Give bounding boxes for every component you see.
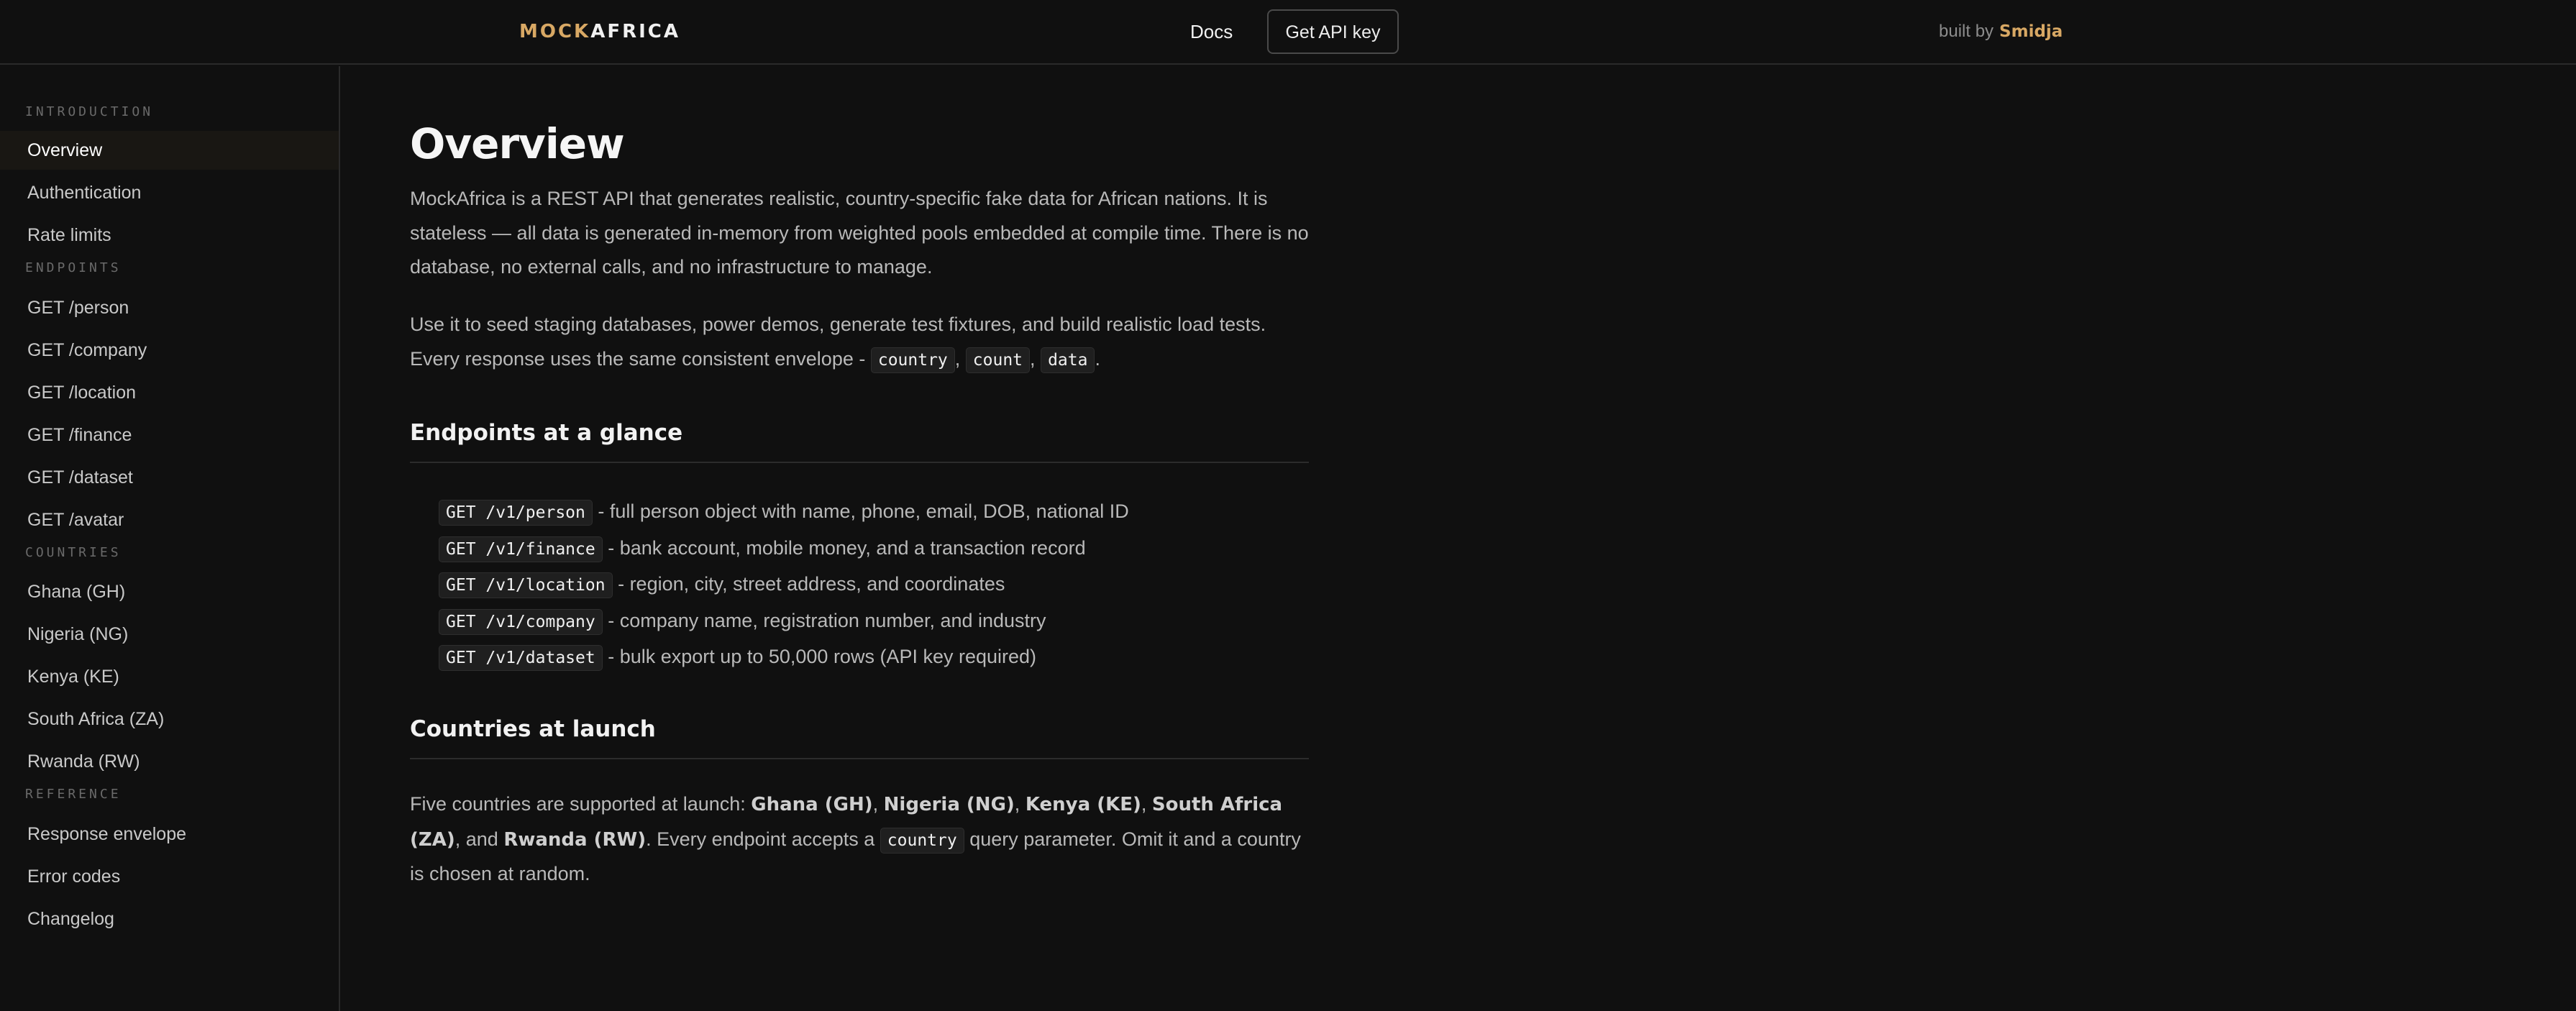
- author-link[interactable]: Smidja: [1999, 22, 2063, 41]
- sidebar-item-south-africa[interactable]: South Africa (ZA): [0, 700, 339, 738]
- endpoint-code: GET /v1/finance: [439, 536, 603, 562]
- get-api-key-button[interactable]: Get API key: [1267, 9, 1399, 54]
- endpoint-code: GET /v1/dataset: [439, 645, 603, 671]
- endpoint-item-finance: GET /v1/finance - bank account, mobile m…: [439, 530, 1129, 567]
- logo-africa: AFRICA: [590, 21, 680, 42]
- sidebar-item-get-location[interactable]: GET /location: [0, 373, 339, 412]
- sidebar-item-ghana[interactable]: Ghana (GH): [0, 572, 339, 611]
- page-title: Overview: [410, 119, 625, 168]
- country-kenya: Kenya (KE): [1025, 794, 1141, 815]
- sidebar: INTRODUCTION Overview Authentication Rat…: [0, 66, 340, 1011]
- separator: ,: [872, 793, 884, 815]
- endpoint-description: - bulk export up to 50,000 rows (API key…: [608, 646, 1037, 667]
- built-by-label: built by: [1939, 22, 1994, 41]
- sidebar-section-countries: COUNTRIES: [25, 545, 122, 560]
- endpoint-code: GET /v1/location: [439, 572, 613, 598]
- endpoint-item-dataset: GET /v1/dataset - bulk export up to 50,0…: [439, 639, 1129, 675]
- country-rwanda: Rwanda (RW): [503, 828, 647, 851]
- endpoint-code: GET /v1/company: [439, 608, 603, 635]
- sidebar-item-get-person[interactable]: GET /person: [0, 288, 339, 327]
- sidebar-item-rate-limits[interactable]: Rate limits: [0, 216, 339, 255]
- code-country: country: [870, 347, 955, 373]
- endpoint-description: - company name, registration number, and…: [608, 609, 1046, 631]
- sidebar-item-error-codes[interactable]: Error codes: [0, 857, 339, 896]
- sidebar-item-get-dataset[interactable]: GET /dataset: [0, 458, 339, 497]
- built-by: built by Smidja: [1939, 19, 2063, 45]
- country-ghana: Ghana (GH): [751, 794, 873, 815]
- sidebar-section-endpoints: ENDPOINTS: [25, 260, 122, 275]
- usage-text: Use it to seed staging databases, power …: [410, 314, 1266, 370]
- endpoint-description: - full person object with name, phone, e…: [598, 500, 1129, 522]
- countries-intro: Five countries are supported at launch:: [410, 793, 752, 815]
- usage-paragraph: Use it to seed staging databases, power …: [410, 308, 1309, 376]
- countries-paragraph: Five countries are supported at launch: …: [410, 787, 1309, 892]
- countries-middle: . Every endpoint accepts a: [646, 828, 880, 850]
- countries-heading: Countries at launch: [410, 713, 1309, 759]
- endpoints-heading: Endpoints at a glance: [410, 417, 1309, 463]
- logo[interactable]: MOCKAFRICA: [519, 19, 680, 45]
- endpoint-item-company: GET /v1/company - company name, registra…: [439, 603, 1129, 639]
- top-bar: MOCKAFRICA Docs Get API key built by Smid…: [0, 0, 2576, 65]
- endpoint-description: - bank account, mobile money, and a tran…: [608, 536, 1086, 559]
- endpoint-item-person: GET /v1/person - full person object with…: [439, 493, 1129, 530]
- intro-paragraph: MockAfrica is a REST API that generates …: [410, 188, 1309, 278]
- docs-link[interactable]: Docs: [1190, 19, 1233, 45]
- code-data: data: [1041, 347, 1095, 373]
- sidebar-item-get-finance[interactable]: GET /finance: [0, 416, 339, 454]
- code-country-param: country: [880, 827, 964, 854]
- separator: ,: [1014, 793, 1026, 815]
- country-nigeria: Nigeria (NG): [883, 794, 1015, 815]
- sidebar-section-reference: REFERENCE: [25, 787, 122, 802]
- sidebar-item-rwanda[interactable]: Rwanda (RW): [0, 742, 339, 781]
- sidebar-item-changelog[interactable]: Changelog: [0, 900, 339, 938]
- sidebar-item-authentication[interactable]: Authentication: [0, 173, 339, 212]
- endpoint-list: GET /v1/person - full person object with…: [439, 493, 1129, 675]
- sidebar-item-get-avatar[interactable]: GET /avatar: [0, 500, 339, 539]
- sidebar-item-get-company[interactable]: GET /company: [0, 331, 339, 370]
- endpoint-code: GET /v1/person: [439, 500, 593, 526]
- endpoint-item-location: GET /v1/location - region, city, street …: [439, 566, 1129, 603]
- sidebar-item-nigeria[interactable]: Nigeria (NG): [0, 615, 339, 654]
- logo-mock: MOCK: [519, 21, 591, 42]
- sidebar-section-introduction: INTRODUCTION: [25, 104, 154, 119]
- separator: , and: [455, 828, 504, 850]
- separator: ,: [1141, 793, 1152, 815]
- sidebar-item-response-envelope[interactable]: Response envelope: [0, 815, 339, 854]
- code-count: count: [965, 347, 1031, 373]
- sidebar-item-kenya[interactable]: Kenya (KE): [0, 657, 339, 696]
- sidebar-item-overview[interactable]: Overview: [0, 131, 339, 170]
- endpoint-description: - region, city, street address, and coor…: [618, 573, 1005, 595]
